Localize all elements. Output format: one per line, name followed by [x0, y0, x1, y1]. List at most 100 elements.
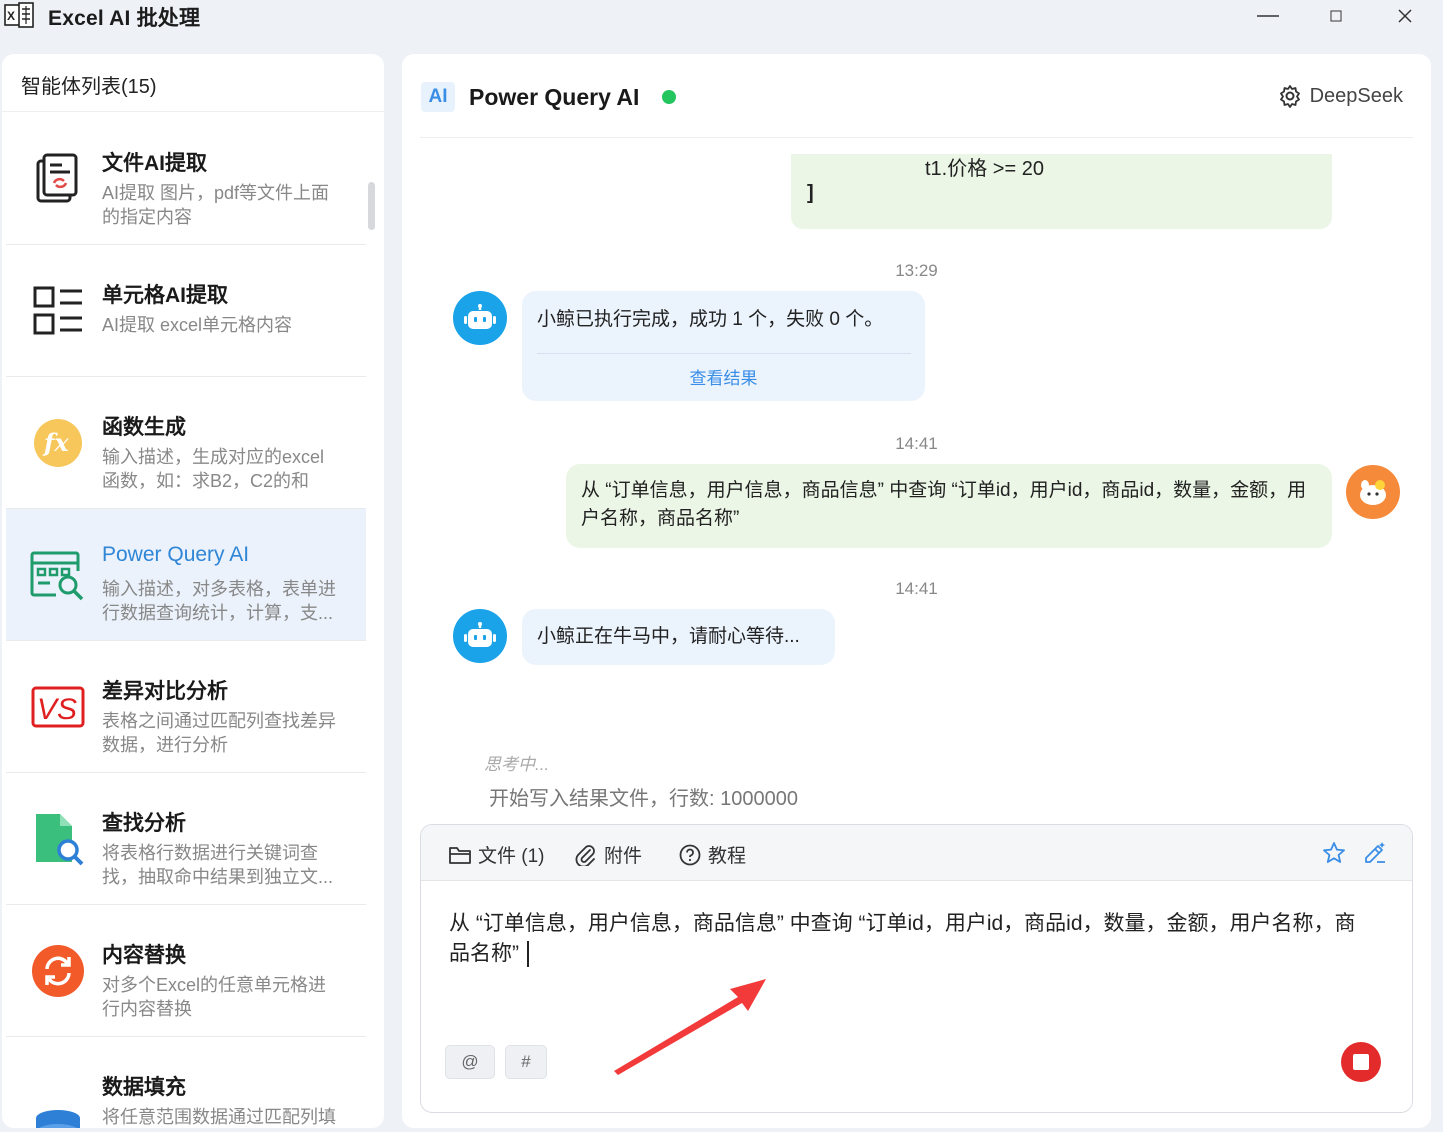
message-input[interactable]: 从 “订单信息，用户信息，商品信息” 中查询 “订单id，用户id，商品id，数…	[449, 909, 1369, 969]
code-line: t1.价格 >= 20	[925, 158, 1044, 180]
bot-avatar	[453, 291, 507, 345]
minimize-icon	[1257, 15, 1279, 17]
code-line: ]	[807, 182, 814, 204]
composer-toolbar: 文件 (1) 附件 教程	[421, 825, 1412, 881]
title-bar: X Excel AI 批处理	[0, 0, 1443, 34]
agent-title: 差异对比分析	[102, 680, 228, 703]
message-text: 小鲸已执行完成，成功 1 个，失败 0 个。	[537, 309, 884, 330]
sidebar-scrollbar[interactable]	[368, 182, 375, 230]
paperclip-icon	[575, 844, 595, 866]
message-composer: 文件 (1) 附件 教程 从 “订单信息，用户信息，商品信息” 中查询 “订单i…	[420, 824, 1413, 1113]
database-icon	[30, 1105, 86, 1128]
agent-sidebar: 智能体列表(15) 文件AI提取 AI提取 图片，pdf等文件上面的指定内容 单…	[2, 54, 384, 1128]
agent-title: Power Query AI	[102, 543, 250, 566]
online-status-dot	[662, 90, 676, 104]
thinking-status: 开始写入结果文件，行数: 1000000	[489, 788, 798, 810]
star-icon	[1323, 842, 1345, 863]
agent-item-cell-ai-extract[interactable]: 单元格AI提取 AI提取 excel单元格内容	[6, 245, 366, 377]
svg-text:fx: fx	[42, 428, 69, 457]
agent-description: 对多个Excel的任意单元格进行内容替换	[102, 975, 327, 1019]
robot-icon	[464, 622, 496, 647]
user-avatar	[1346, 465, 1400, 519]
folder-icon	[449, 846, 471, 864]
agent-list: 文件AI提取 AI提取 图片，pdf等文件上面的指定内容 单元格AI提取 AI提…	[6, 113, 366, 1128]
agent-description: 表格之间通过匹配列查找差异数据，进行分析	[102, 711, 336, 755]
bot-avatar	[453, 609, 507, 663]
mention-chip[interactable]: @	[445, 1045, 495, 1079]
refresh-icon	[30, 943, 86, 999]
close-button[interactable]	[1375, 0, 1435, 32]
agent-title: 文件AI提取	[102, 152, 207, 175]
model-name: DeepSeek	[1309, 84, 1403, 107]
agent-item-search-analysis[interactable]: 查找分析 将表格行数据进行关键词查找，抽取命中结果到独立文...	[6, 773, 366, 905]
message-text: 小鲸正在牛马中，请耐心等待...	[537, 626, 800, 647]
chat-messages: t1.价格 >= 20 ] 13:29 小鲸已执行完成，成功 1 个，失败 0 …	[402, 154, 1431, 814]
agent-description: 输入描述，对多表格，表单进行数据查询统计，计算，支...	[102, 579, 336, 623]
file-button-label: 文件 (1)	[478, 846, 545, 867]
bot-message-bubble: 小鲸正在牛马中，请耐心等待...	[522, 609, 835, 665]
chat-title: Power Query AI	[469, 84, 640, 110]
annotation-arrow-icon	[614, 979, 766, 1075]
minimize-button[interactable]	[1238, 0, 1298, 32]
divider	[537, 353, 911, 354]
bot-message-bubble: 小鲸已执行完成，成功 1 个，失败 0 个。 查看结果	[522, 291, 925, 401]
magic-pen-icon	[1365, 842, 1385, 863]
magic-edit-button[interactable]	[1361, 839, 1389, 867]
agent-title: 查找分析	[102, 812, 186, 835]
attachment-button-label: 附件	[604, 846, 643, 867]
agent-description: 将任意范围数据通过匹配列填	[102, 1107, 336, 1125]
agent-description: AI提取 图片，pdf等文件上面的指定内容	[102, 183, 330, 227]
agent-item-content-replace[interactable]: 内容替换 对多个Excel的任意单元格进行内容替换	[6, 905, 366, 1037]
favorite-button[interactable]	[1320, 839, 1348, 867]
agent-item-power-query-ai[interactable]: Power Query AI 输入描述，对多表格，表单进行数据查询统计，计算，支…	[6, 509, 366, 641]
user-message-bubble: 从 “订单信息，用户信息，商品信息” 中查询 “订单id，用户id，商品id，数…	[566, 464, 1332, 548]
previous-message-bubble: t1.价格 >= 20 ]	[791, 154, 1332, 229]
svg-text:X: X	[7, 9, 15, 23]
gear-icon	[1279, 85, 1300, 108]
document-extract-icon	[30, 151, 86, 207]
close-icon	[1398, 9, 1412, 23]
attachment-button[interactable]: 附件	[575, 841, 642, 868]
message-timestamp: 14:41	[895, 579, 938, 598]
text-caret	[527, 941, 529, 968]
maximize-button[interactable]	[1306, 0, 1366, 32]
agent-title: 内容替换	[102, 944, 186, 967]
file-button[interactable]: 文件 (1)	[449, 841, 545, 868]
help-icon	[679, 844, 701, 865]
ai-badge: AI	[421, 82, 455, 112]
agent-item-diff-compare[interactable]: VS 差异对比分析 表格之间通过匹配列查找差异数据，进行分析	[6, 641, 366, 773]
agent-description: 输入描述，生成对应的excel函数，如：求B2，C2的和	[102, 447, 325, 491]
vs-icon: VS	[30, 679, 86, 735]
message-timestamp: 13:29	[895, 261, 938, 280]
thinking-label: 思考中...	[484, 755, 550, 774]
stop-generation-button[interactable]	[1341, 1042, 1381, 1082]
svg-text:VS: VS	[37, 693, 77, 726]
maximize-icon	[1330, 10, 1342, 22]
tutorial-button[interactable]: 教程	[679, 841, 746, 868]
message-text: 从 “订单信息，用户信息，商品信息” 中查询 “订单id，用户id，商品id，数…	[581, 480, 1307, 529]
stop-icon	[1353, 1054, 1369, 1070]
agent-description: AI提取 excel单元格内容	[102, 315, 293, 335]
message-timestamp: 14:41	[895, 434, 938, 453]
tutorial-button-label: 教程	[708, 846, 747, 867]
table-search-icon	[30, 547, 86, 603]
view-result-link[interactable]: 查看结果	[522, 364, 925, 389]
chat-panel: AI Power Query AI DeepSeek t1.价格 >= 20 ]…	[402, 54, 1431, 1128]
agent-title: 数据填充	[102, 1076, 186, 1099]
excel-app-icon: X	[4, 2, 34, 28]
agent-description: 将表格行数据进行关键词查找，抽取命中结果到独立文...	[102, 843, 334, 887]
agent-item-file-ai-extract[interactable]: 文件AI提取 AI提取 图片，pdf等文件上面的指定内容	[6, 113, 366, 245]
file-search-icon	[30, 811, 86, 867]
model-settings-button[interactable]: DeepSeek	[1278, 84, 1403, 108]
message-input-text: 从 “订单信息，用户信息，商品信息” 中查询 “订单id，用户id，商品id，数…	[449, 912, 1356, 965]
fx-icon: fx	[30, 415, 86, 471]
cell-list-icon	[30, 283, 86, 339]
agent-item-data-fill[interactable]: 数据填充 将任意范围数据通过匹配列填	[6, 1037, 366, 1128]
agent-title: 单元格AI提取	[102, 284, 228, 307]
window-title: Excel AI 批处理	[48, 7, 201, 30]
agent-item-function-generate[interactable]: fx 函数生成 输入描述，生成对应的excel函数，如：求B2，C2的和	[6, 377, 366, 509]
agent-list-header: 智能体列表(15)	[2, 54, 384, 112]
hashtag-chip[interactable]: #	[505, 1045, 547, 1079]
chat-header: AI Power Query AI DeepSeek	[420, 54, 1413, 138]
agent-title: 函数生成	[102, 416, 186, 439]
